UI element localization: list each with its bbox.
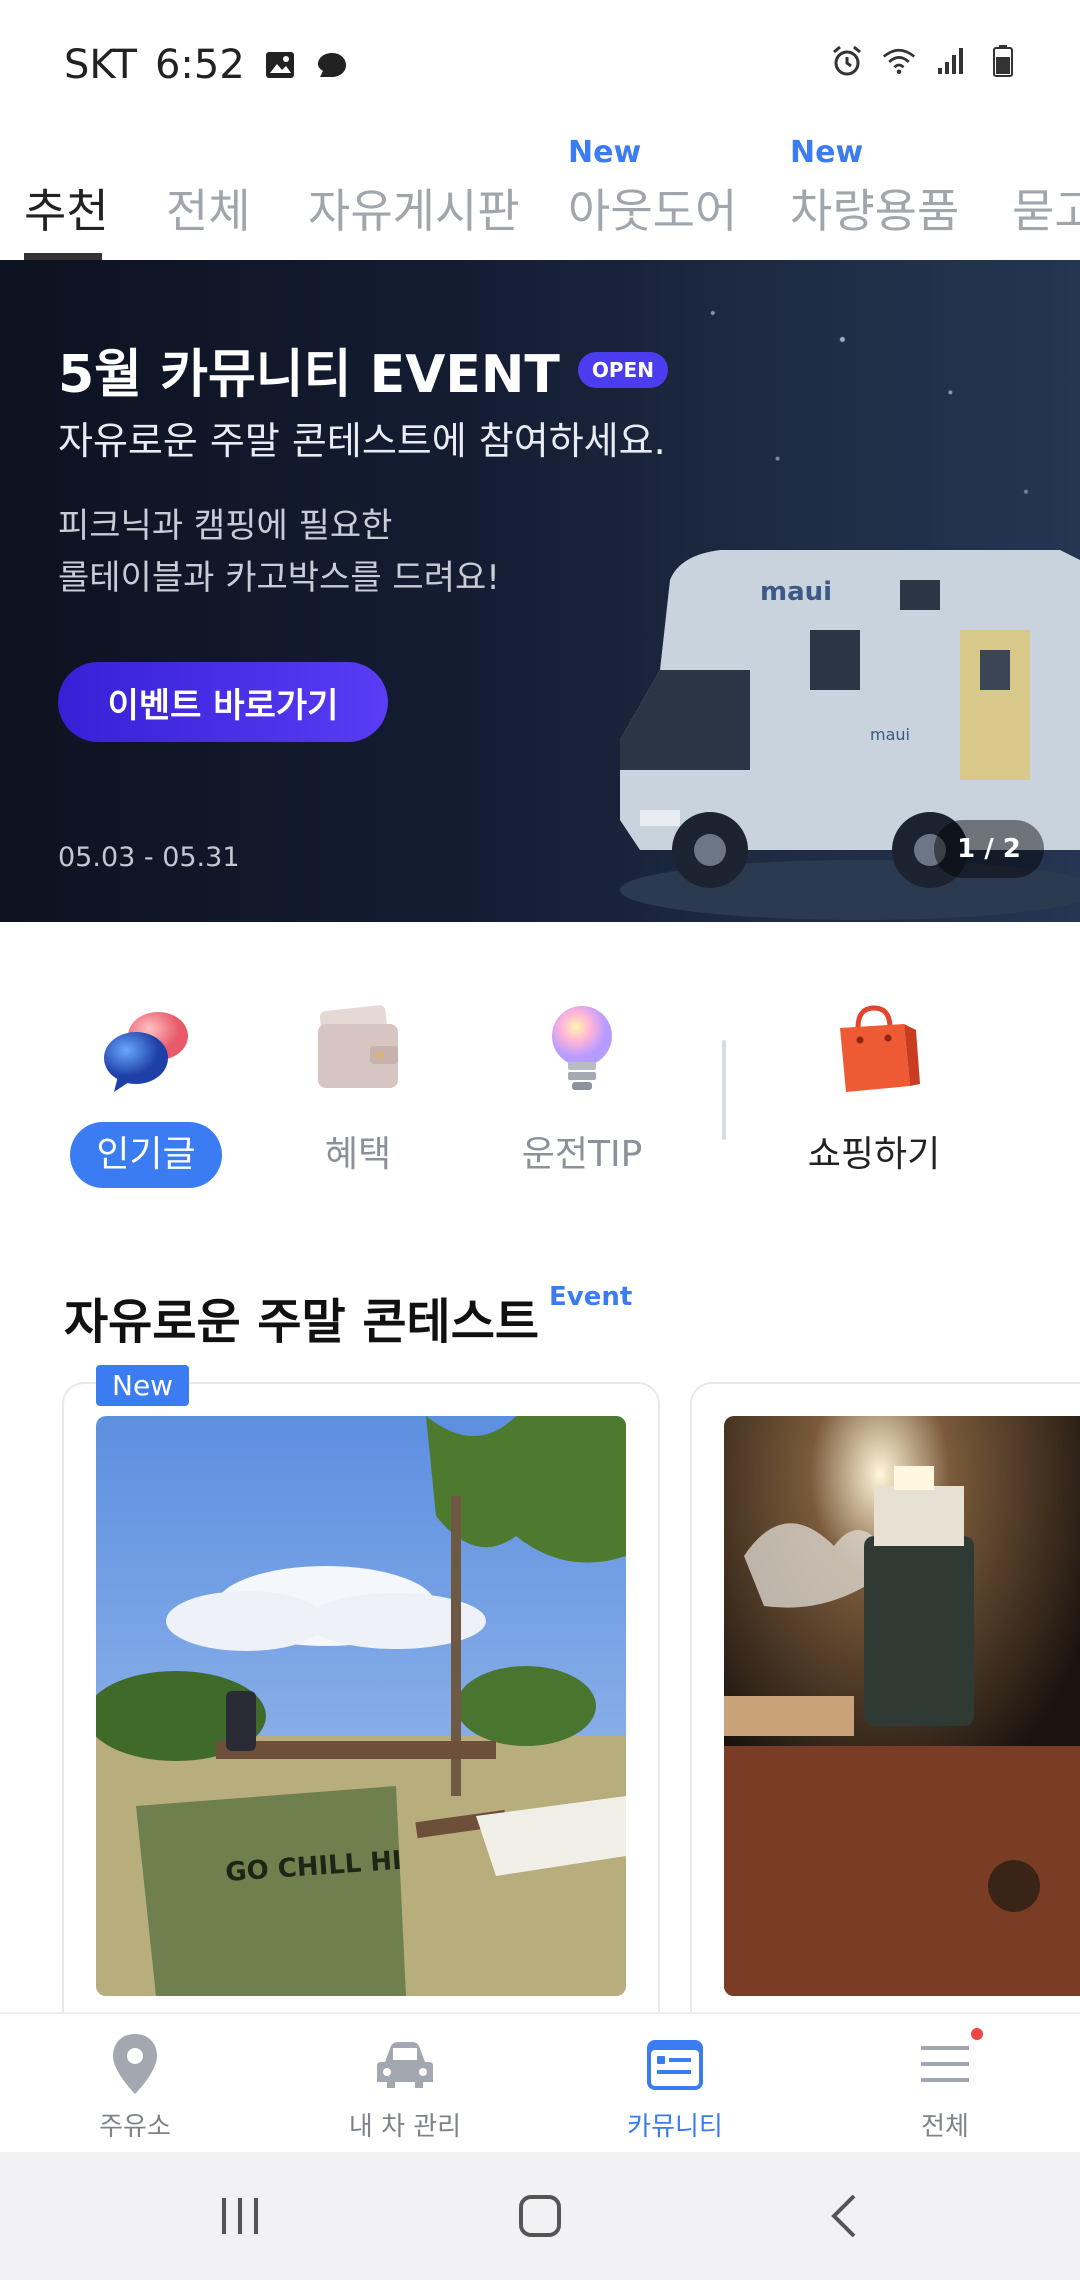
- wallet-icon: [308, 1000, 408, 1100]
- quick-menu-benefits[interactable]: 혜택: [258, 980, 458, 1188]
- vehicle-logo-text: maui: [760, 577, 832, 607]
- tab-car-goods[interactable]: New 차량용품: [790, 135, 959, 260]
- quick-menu-popular[interactable]: 인기글: [46, 980, 246, 1188]
- event-cta-button[interactable]: 이벤트 바로가기: [58, 662, 388, 742]
- nav-label: 주유소: [99, 2112, 171, 2142]
- nav-community[interactable]: 카뮤니티: [575, 2032, 775, 2143]
- tab-outdoor[interactable]: New 아웃도어: [568, 135, 737, 260]
- chat-bubble-icon: [315, 48, 349, 82]
- open-badge: OPEN: [577, 351, 668, 388]
- quick-menu-shopping[interactable]: 쇼핑하기: [774, 980, 974, 1188]
- quick-menu-label: 운전TIP: [521, 1134, 643, 1175]
- nav-label: 내 차 관리: [348, 2112, 462, 2142]
- speech-bubbles-icon: [96, 1000, 196, 1100]
- quick-menu-label: 혜택: [324, 1134, 392, 1175]
- carrier-label: SKT: [64, 42, 137, 88]
- gallery-icon: [263, 48, 297, 82]
- new-badge: New: [790, 135, 864, 170]
- shopping-bag-icon: [824, 1000, 924, 1100]
- contest-post-card[interactable]: [690, 1382, 1080, 2036]
- recent-apps-button[interactable]: [210, 2190, 270, 2242]
- event-banner[interactable]: maui maui 5월 카뮤니티 EVENT OPEN 자유로운 주말 콘테스…: [0, 260, 1080, 922]
- notification-dot: [971, 2028, 983, 2040]
- nav-all-menu[interactable]: 전체: [845, 2028, 1045, 2143]
- location-pin-icon: [103, 2032, 167, 2096]
- quick-menu-label: 인기글: [70, 1122, 222, 1188]
- category-tabs: 추천 전체 자유게시판 New 아웃도어 New 차량용품 묻고: [0, 135, 1080, 260]
- nav-my-car[interactable]: 내 차 관리: [305, 2032, 505, 2143]
- banner-subtitle: 자유로운 주말 콘테스트에 참여하세요.: [58, 419, 666, 463]
- battery-icon: [986, 44, 1020, 78]
- signal-icon: [934, 44, 968, 78]
- home-icon: [519, 2195, 561, 2237]
- active-tab-indicator: [24, 253, 102, 260]
- back-icon: [831, 2194, 856, 2238]
- post-photo: GO CHILL HI: [96, 1416, 626, 1996]
- new-badge: New: [568, 135, 642, 170]
- tab-qna[interactable]: 묻고: [1012, 135, 1080, 260]
- status-bar: SKT 6:52: [0, 0, 1080, 130]
- event-tag: Event: [549, 1282, 633, 1312]
- lightbulb-icon: [532, 1000, 632, 1100]
- quick-menu-driving-tip[interactable]: 운전TIP: [482, 980, 682, 1188]
- quick-menu-label: 쇼핑하기: [807, 1134, 941, 1175]
- home-button[interactable]: [510, 2190, 570, 2242]
- new-tag: New: [96, 1365, 190, 1406]
- contest-post-card[interactable]: GO CHILL HI: [62, 1382, 660, 2036]
- banner-pager: 1 / 2: [934, 820, 1044, 878]
- clock-time: 6:52: [154, 42, 245, 88]
- section-title: 자유로운 주말 콘테스트 Event: [64, 1282, 633, 1350]
- system-navigation-bar: [0, 2152, 1080, 2280]
- car-icon: [373, 2032, 437, 2096]
- vehicle-logo-text-small: maui: [870, 725, 910, 744]
- post-photo: [724, 1416, 1080, 1996]
- community-card-icon: [643, 2032, 707, 2096]
- event-date-range: 05.03 - 05.31: [58, 842, 240, 873]
- tab-all[interactable]: 전체: [166, 135, 251, 260]
- quick-menu-divider: [722, 1040, 726, 1140]
- recent-apps-icon: [222, 2198, 258, 2234]
- tab-recommended[interactable]: 추천: [24, 135, 109, 260]
- bottom-navigation: 주유소 내 차 관리 카뮤니티 전체: [0, 2012, 1080, 2154]
- banner-description: 피크닉과 캠핑에 필요한 롤테이블과 카고박스를 드려요!: [58, 506, 500, 598]
- tab-free-board[interactable]: 자유게시판: [308, 135, 520, 260]
- banner-title: 5월 카뮤니티 EVENT OPEN: [58, 332, 668, 407]
- nav-label: 카뮤니티: [627, 2112, 723, 2142]
- nav-label: 전체: [921, 2112, 969, 2142]
- menu-icon: [913, 2028, 983, 2096]
- wifi-icon: [882, 44, 916, 78]
- alarm-icon: [830, 44, 864, 78]
- nav-gas-station[interactable]: 주유소: [35, 2032, 235, 2143]
- quick-menu: 인기글 혜택 운전TIP 쇼핑하기: [0, 980, 1080, 1210]
- back-button[interactable]: [814, 2190, 874, 2242]
